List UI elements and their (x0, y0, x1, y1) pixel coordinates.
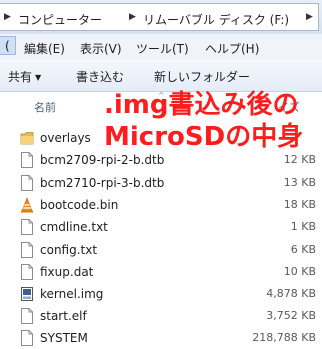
file-name: start.elf (40, 309, 87, 323)
address-bar: ▶ コンピューター ▶ リムーバブル ディスク (F:) ▶ (0, 0, 322, 35)
new-folder-button[interactable]: 新しいフォルダー (154, 68, 250, 85)
file-size: 12 KB (283, 153, 316, 166)
menu-tools[interactable]: ツール(T) (136, 40, 189, 57)
file-icon (21, 175, 33, 191)
menu-help[interactable]: ヘルプ(H) (205, 40, 259, 57)
share-button[interactable]: 共有 ▼ (8, 68, 41, 85)
vlc-icon (21, 197, 33, 213)
file-name: SYSTEM (40, 331, 88, 345)
list-item[interactable]: kernel.img 4,878 KB (0, 283, 322, 305)
list-item[interactable]: cmdline.txt 1 KB (0, 216, 322, 238)
menu-edit[interactable]: 編集(E) (24, 40, 65, 57)
chevron-right-icon[interactable]: ▶ (306, 12, 313, 22)
file-icon (21, 152, 33, 168)
menu-bar: ( 編集(E) 表示(V) ツール(T) ヘルプ(H) (0, 34, 322, 60)
file-name: bcm2709-rpi-2-b.dtb (40, 153, 165, 167)
file-name: kernel.img (40, 287, 104, 301)
file-icon (21, 264, 33, 280)
file-size: 13 KB (283, 176, 316, 189)
breadcrumb-removable-disk[interactable]: リムーバブル ディスク (F:) (143, 11, 289, 28)
command-bar: 共有 ▼ 書き込む 新しいフォルダー (0, 59, 322, 92)
file-name: config.txt (40, 243, 98, 257)
file-size: 3,752 KB (266, 309, 316, 322)
address-box[interactable]: ▶ コンピューター ▶ リムーバブル ディスク (F:) ▶ (0, 3, 319, 31)
file-size: 6 KB (290, 243, 316, 256)
file-size: 4,878 KB (266, 287, 316, 300)
share-label: 共有 (8, 70, 33, 84)
annotation-line-1: .img書込み後の (104, 90, 299, 120)
disk-image-icon (21, 287, 33, 301)
chevron-down-icon: ▼ (35, 73, 42, 82)
chevron-right-icon[interactable]: ▶ (129, 12, 136, 22)
menu-file[interactable]: ( (0, 36, 16, 55)
column-name[interactable]: 名前 (34, 99, 56, 115)
list-item[interactable]: SYSTEM 218,788 KB (0, 327, 322, 349)
file-size: 218,788 KB (252, 331, 316, 344)
file-name: bcm2710-rpi-3-b.dtb (40, 176, 165, 190)
folder-icon (20, 132, 34, 145)
file-name: cmdline.txt (40, 220, 108, 234)
menu-view[interactable]: 表示(V) (80, 40, 122, 57)
file-name: fixup.dat (40, 265, 94, 279)
list-item[interactable]: start.elf 3,752 KB (0, 305, 322, 327)
list-item[interactable]: bcm2710-rpi-3-b.dtb 13 KB (0, 172, 322, 194)
file-icon (21, 242, 33, 258)
chevron-right-icon[interactable]: ▶ (4, 12, 11, 22)
file-size: 1 KB (290, 220, 316, 233)
list-item[interactable]: bootcode.bin 18 KB (0, 194, 322, 216)
file-name: bootcode.bin (40, 198, 119, 212)
file-icon (21, 308, 33, 324)
file-size: 10 KB (283, 265, 316, 278)
list-item[interactable]: config.txt 6 KB (0, 239, 322, 261)
file-size: 18 KB (283, 198, 316, 211)
breadcrumb-computer[interactable]: コンピューター (18, 11, 102, 28)
annotation-line-2: MicroSDの中身 (104, 122, 304, 152)
file-icon (21, 219, 33, 235)
burn-button[interactable]: 書き込む (76, 68, 124, 85)
list-item[interactable]: fixup.dat 10 KB (0, 261, 322, 283)
file-name: overlays (40, 131, 91, 145)
